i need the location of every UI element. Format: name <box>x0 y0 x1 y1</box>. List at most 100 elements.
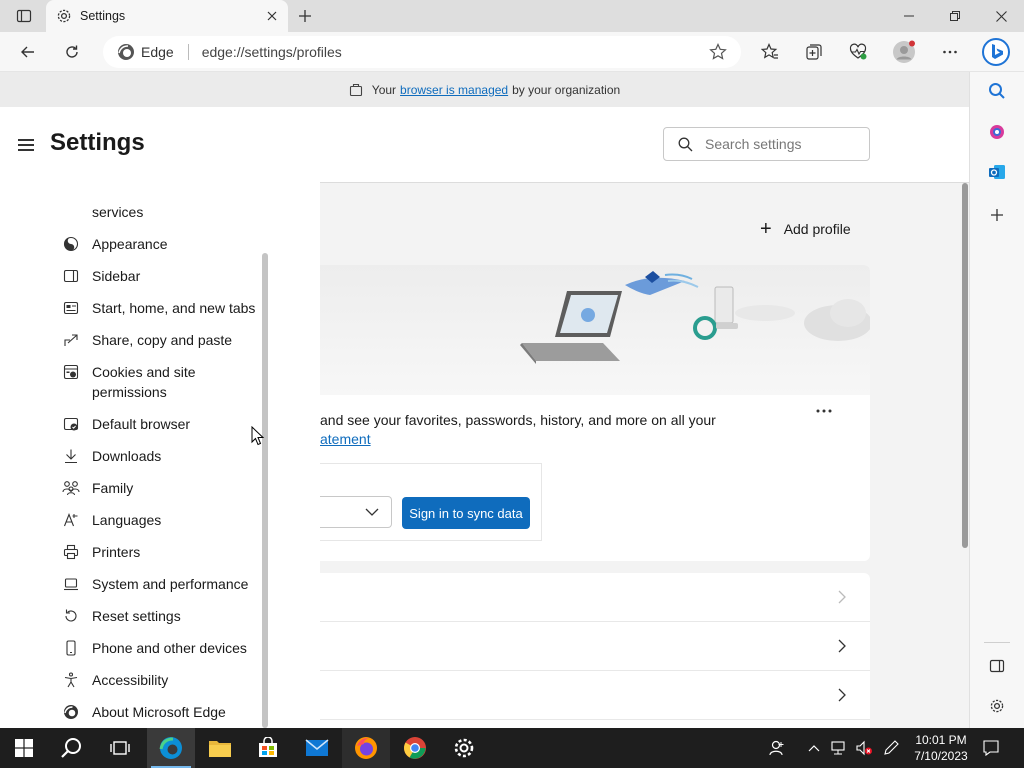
nav-item-system[interactable]: System and performance <box>62 574 262 594</box>
people-icon[interactable] <box>768 738 788 758</box>
plus-icon <box>299 10 311 22</box>
privacy-statement-link[interactable]: atement <box>320 431 371 447</box>
sidebar-add-button[interactable] <box>982 200 1012 230</box>
close-window-button[interactable] <box>978 0 1024 32</box>
nav-item-label: Accessibility <box>92 672 169 688</box>
nav-item-sidebar[interactable]: Sidebar <box>62 266 262 286</box>
nav-item-label: Sidebar <box>92 268 141 284</box>
taskbar-file-explorer[interactable] <box>196 728 244 768</box>
nav-item-start-home[interactable]: Start, home, and new tabs <box>62 298 262 318</box>
browser-essentials-button[interactable] <box>842 36 874 68</box>
nav-item-phone[interactable]: Phone and other devices <box>62 638 262 658</box>
taskbar-edge[interactable] <box>147 728 195 768</box>
taskbar-settings[interactable] <box>440 728 488 768</box>
main-scrollbar[interactable] <box>962 183 968 548</box>
taskbar-search-button[interactable] <box>48 728 96 768</box>
building-icon <box>349 83 362 96</box>
nav-item-about[interactable]: About Microsoft Edge <box>62 702 262 722</box>
notifications-icon[interactable] <box>981 738 1001 758</box>
list-item[interactable] <box>320 573 870 622</box>
collections-icon <box>806 44 822 60</box>
new-tab-button[interactable] <box>292 4 318 28</box>
nav-scrollbar[interactable] <box>262 253 268 728</box>
taskbar-mail[interactable] <box>293 728 341 768</box>
taskbar-chrome[interactable] <box>391 728 439 768</box>
address-bar[interactable]: Edge edge://settings/profiles <box>103 36 741 68</box>
nav-item-share-copy[interactable]: Share, copy and paste <box>62 330 262 350</box>
profile-button[interactable] <box>888 36 920 68</box>
minimize-button[interactable] <box>886 0 932 32</box>
nav-item-family[interactable]: Family <box>62 478 262 498</box>
close-tab-button[interactable] <box>264 8 280 24</box>
list-item[interactable] <box>320 622 870 671</box>
store-icon <box>259 737 277 757</box>
chevron-right-icon <box>832 685 852 705</box>
nav-item-label: Printers <box>92 544 141 560</box>
back-button[interactable] <box>12 36 44 68</box>
restore-button[interactable] <box>932 0 978 32</box>
nav-item-accessibility[interactable]: Accessibility <box>62 670 262 690</box>
add-profile-label: Add profile <box>783 221 851 237</box>
chevron-right-icon <box>832 636 852 656</box>
chrome-icon <box>404 737 426 759</box>
volume-muted-icon[interactable] <box>854 738 874 758</box>
close-icon <box>267 11 277 21</box>
copilot-button[interactable] <box>980 36 1012 68</box>
sidebar-outlook-button[interactable] <box>982 157 1012 187</box>
taskbar-clock[interactable]: 10:01 PM 7/10/2023 <box>908 732 974 764</box>
nav-item-languages[interactable]: Languages <box>62 510 262 530</box>
chevron-up-icon[interactable] <box>804 738 824 758</box>
nav-item-printers[interactable]: Printers <box>62 542 262 562</box>
sidebar-office-button[interactable] <box>982 117 1012 147</box>
favorites-icon <box>761 43 778 59</box>
task-view-button[interactable] <box>96 728 144 768</box>
sign-in-sync-button[interactable]: Sign in to sync data <box>402 497 530 529</box>
sidebar-search-button[interactable] <box>982 76 1012 106</box>
sidebar-icon <box>62 266 80 286</box>
nav-item-label: Family <box>92 480 134 496</box>
browser-managed-link[interactable]: browser is managed <box>400 83 508 97</box>
tab-settings[interactable]: Settings <box>46 0 288 32</box>
collections-button[interactable] <box>798 36 830 68</box>
nav-menu-button[interactable] <box>18 135 38 155</box>
hide-sidebar-button[interactable] <box>982 651 1012 681</box>
search-icon <box>989 83 1005 99</box>
tab-actions-menu-button[interactable] <box>8 6 40 26</box>
profile-card: and see your favorites, passwords, histo… <box>320 265 870 561</box>
nav-item-label: Cookies and site permissions <box>92 364 196 400</box>
nav-item-default-browser[interactable]: Default browser <box>62 414 262 434</box>
reset-icon <box>62 606 80 626</box>
nav-item-label: Reset settings <box>92 608 181 624</box>
search-settings-box[interactable] <box>663 127 870 161</box>
pen-icon[interactable] <box>881 738 901 758</box>
add-favorite-button[interactable] <box>703 37 733 67</box>
sync-text: and see your favorites, passwords, histo… <box>320 412 716 428</box>
folder-icon <box>209 741 231 757</box>
add-profile-button[interactable]: + Add profile <box>760 219 851 239</box>
edge-brand: Edge <box>117 43 174 61</box>
nav-item-cookies[interactable]: Cookies and site permissions <box>62 362 262 402</box>
edge-sidebar <box>969 72 1024 728</box>
tab-strip: Settings <box>0 0 1024 32</box>
settings-more-button[interactable] <box>934 36 966 68</box>
start-button[interactable] <box>0 728 48 768</box>
address-url[interactable]: edge://settings/profiles <box>202 44 703 60</box>
download-icon <box>62 446 80 466</box>
list-item[interactable] <box>320 671 870 720</box>
nav-item-reset[interactable]: Reset settings <box>62 606 262 626</box>
account-dropdown[interactable] <box>320 496 392 528</box>
nav-item-label: Phone and other devices <box>92 640 247 656</box>
profile-more-button[interactable] <box>814 404 834 424</box>
nav-item-appearance[interactable]: Appearance <box>62 234 262 254</box>
nav-item-privacy[interactable]: services <box>62 202 262 222</box>
taskbar-firefox[interactable] <box>342 728 390 768</box>
sidebar-settings-button[interactable] <box>982 691 1012 721</box>
profile-settings-list <box>320 573 870 728</box>
network-icon[interactable] <box>829 738 849 758</box>
taskbar-store[interactable] <box>244 728 292 768</box>
nav-item-label: Start, home, and new tabs <box>92 300 256 316</box>
search-input[interactable] <box>705 136 855 152</box>
favorites-button[interactable] <box>754 36 786 68</box>
refresh-button[interactable] <box>56 36 88 68</box>
nav-item-downloads[interactable]: Downloads <box>62 446 262 466</box>
